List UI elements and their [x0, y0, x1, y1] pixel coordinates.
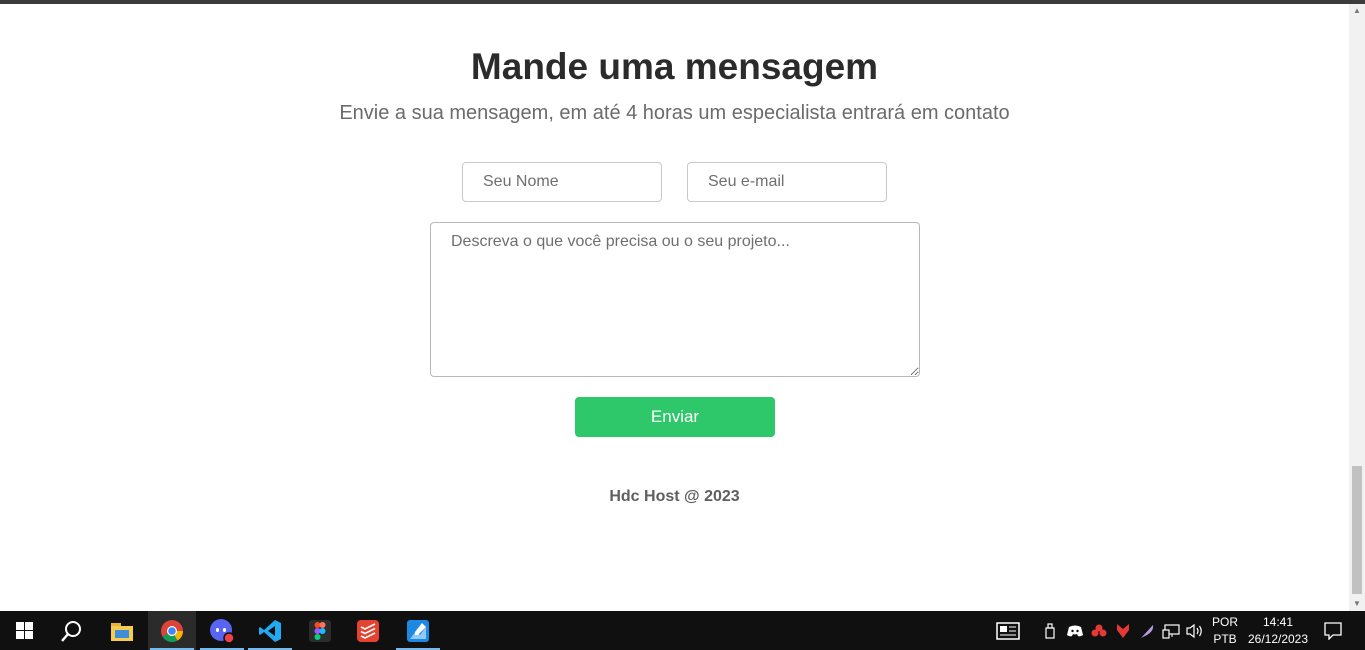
- network-icon: [1162, 623, 1180, 639]
- news-icon: [996, 621, 1020, 640]
- language-label: POR: [1211, 614, 1238, 629]
- chrome-button[interactable]: [148, 611, 196, 650]
- clock-time: 14:41: [1262, 614, 1294, 629]
- chrome-icon: [161, 619, 183, 642]
- paint-icon: [407, 619, 429, 642]
- tray-volume-button[interactable]: [1184, 611, 1206, 650]
- tray-feather-button[interactable]: [1136, 611, 1158, 650]
- email-input[interactable]: [687, 162, 887, 202]
- action-center-button[interactable]: [1316, 611, 1350, 650]
- discord-icon: [210, 618, 235, 644]
- search-icon: [61, 620, 81, 642]
- keyboard-layout-label: PTB: [1213, 631, 1237, 646]
- scroll-down-icon[interactable]: ▼: [1349, 597, 1365, 611]
- scroll-up-icon[interactable]: ▲: [1349, 4, 1365, 18]
- windows-logo-icon: [15, 622, 33, 639]
- red-app-tray-icon: [1091, 624, 1107, 636]
- news-widget-button[interactable]: [988, 611, 1028, 650]
- message-textarea[interactable]: [430, 222, 920, 377]
- input-language-button[interactable]: POR PTB: [1206, 611, 1244, 650]
- page-title: Mande uma mensagem: [470, 46, 879, 87]
- tray-app-red-button[interactable]: [1088, 611, 1110, 650]
- antivirus-shield-icon: [1117, 623, 1129, 638]
- vscode-button[interactable]: [246, 611, 294, 650]
- footer-copyright: Hdc Host @ 2023: [609, 488, 740, 505]
- page-subtitle: Envie a sua mensagem, em até 4 horas um …: [339, 102, 1010, 124]
- paint-button[interactable]: [394, 611, 442, 650]
- send-button[interactable]: Enviar: [575, 397, 775, 437]
- taskbar: POR PTB 14:41 26/12/2023: [0, 611, 1365, 650]
- tray-shield-button[interactable]: [1112, 611, 1134, 650]
- todoist-button[interactable]: [344, 611, 392, 650]
- notification-icon: [1324, 621, 1342, 640]
- search-button[interactable]: [48, 611, 96, 650]
- feather-icon: [1141, 624, 1154, 638]
- tray-network-button[interactable]: [1160, 611, 1182, 650]
- start-button[interactable]: [0, 611, 48, 650]
- scrollbar-thumb[interactable]: [1352, 466, 1362, 594]
- discord-button[interactable]: [198, 611, 246, 650]
- todoist-icon: [357, 619, 379, 642]
- tray-discord-button[interactable]: [1064, 611, 1086, 650]
- clock-date: 26/12/2023: [1247, 631, 1309, 646]
- file-explorer-button[interactable]: [98, 611, 146, 650]
- discord-tray-icon: [1067, 625, 1083, 636]
- vscode-icon: [259, 619, 281, 642]
- clock-button[interactable]: 14:41 26/12/2023: [1244, 611, 1312, 650]
- name-input[interactable]: [462, 162, 662, 202]
- file-explorer-icon: [111, 622, 133, 641]
- figma-button[interactable]: [296, 611, 344, 650]
- volume-icon: [1186, 623, 1202, 638]
- figma-icon: [309, 619, 331, 642]
- usb-drive-icon: [1045, 622, 1055, 639]
- tray-usb-button[interactable]: [1040, 611, 1060, 650]
- page-scrollbar[interactable]: ▲ ▼: [1349, 4, 1365, 611]
